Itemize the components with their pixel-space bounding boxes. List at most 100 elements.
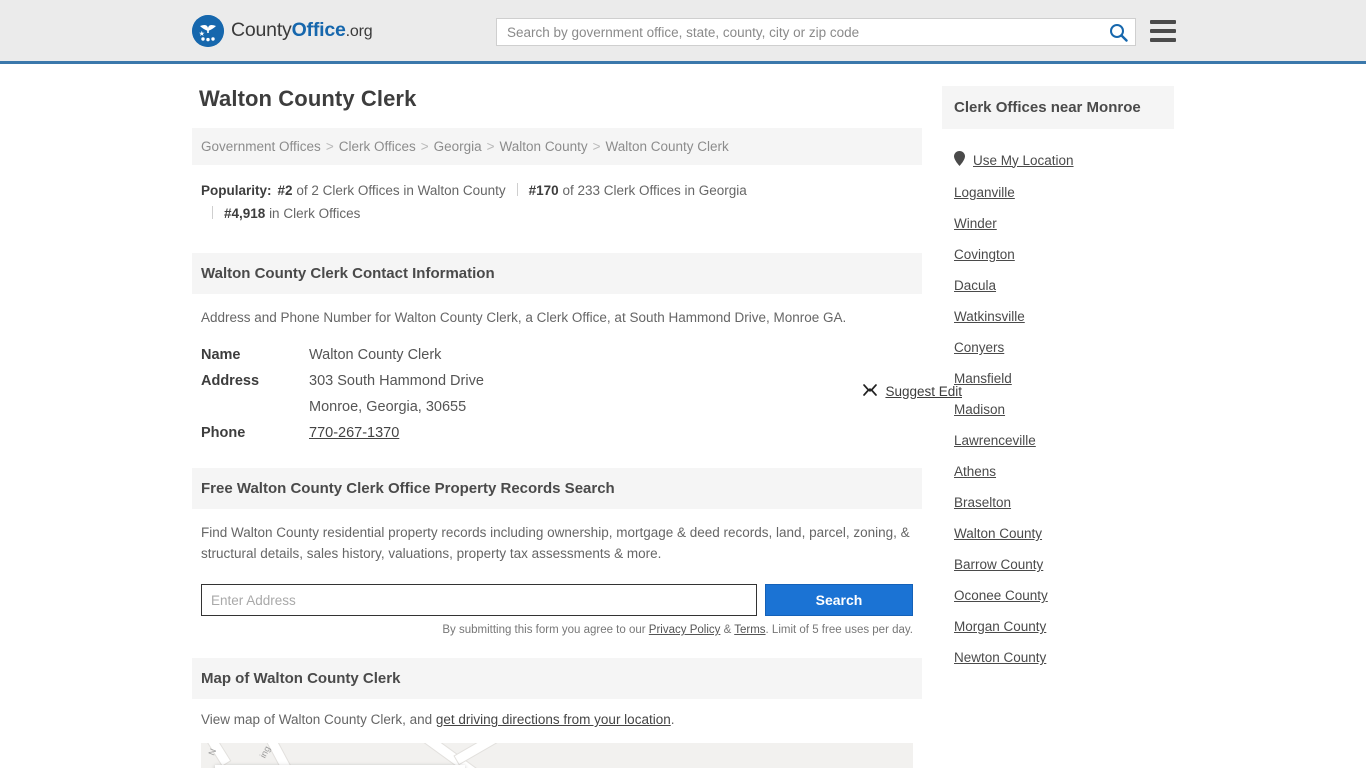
breadcrumb-item-3[interactable]: Walton County (500, 139, 588, 154)
logo-text-office: Office (291, 19, 346, 41)
property-search-heading: Free Walton County Clerk Office Property… (192, 468, 922, 509)
breadcrumb-item-4[interactable]: Walton County Clerk (605, 139, 728, 154)
sidebar-link[interactable]: Watkinsville (954, 309, 1025, 324)
sidebar-link[interactable]: Oconee County (954, 588, 1048, 603)
sidebar-link[interactable]: Lawrenceville (954, 433, 1036, 448)
privacy-policy-link[interactable]: Privacy Policy (649, 624, 721, 636)
sidebar-link[interactable]: Newton County (954, 650, 1046, 665)
popularity-text-0: of 2 Clerk Offices in Walton County (296, 183, 506, 198)
sidebar: Clerk Offices near Monroe Use My Locatio… (942, 86, 1174, 768)
contact-value-address-line1: 303 South Hammond Drive (309, 373, 484, 389)
contact-key-blank (201, 394, 309, 420)
sidebar-item-barrow-county[interactable]: Barrow County (954, 549, 1162, 580)
sidebar-link[interactable]: Loganville (954, 185, 1015, 200)
suggest-edit-button[interactable]: Suggest Edit (862, 382, 962, 401)
sidebar-item-walton-county[interactable]: Walton County (954, 518, 1162, 549)
sidebar-item-lawrenceville[interactable]: Lawrenceville (954, 425, 1162, 456)
site-logo[interactable]: CountyOffice.org (192, 14, 373, 47)
contact-value-name: Walton County Clerk (309, 347, 442, 363)
map-line-suffix: . (670, 712, 675, 727)
contact-section-heading: Walton County Clerk Contact Information (192, 253, 922, 294)
table-row: Address 303 South Hammond Drive (201, 368, 913, 394)
sidebar-item-athens[interactable]: Athens (954, 456, 1162, 487)
sidebar-link[interactable]: Conyers (954, 340, 1004, 355)
sidebar-link[interactable]: Walton County (954, 526, 1042, 541)
breadcrumb-item-2[interactable]: Georgia (434, 139, 482, 154)
table-row: Phone 770-267-1370 (201, 420, 913, 446)
site-logo-text: CountyOffice.org (231, 19, 373, 42)
contact-key-phone: Phone (201, 425, 246, 441)
sidebar-link[interactable]: Barrow County (954, 557, 1043, 572)
sidebar-item-braselton[interactable]: Braselton (954, 487, 1162, 518)
contact-table: Name Walton County Clerk Address 303 Sou… (201, 342, 913, 446)
popularity-stats: Popularity: #2 of 2 Clerk Offices in Walt… (192, 165, 922, 231)
sidebar-item-newton-county[interactable]: Newton County (954, 642, 1162, 673)
sidebar-link[interactable]: Covington (954, 247, 1015, 262)
sidebar-link[interactable]: Dacula (954, 278, 996, 293)
fineprint-middle: & (720, 624, 735, 636)
popularity-divider (516, 183, 518, 196)
contact-description: Address and Phone Number for Walton Coun… (201, 310, 847, 325)
sidebar-item-winder[interactable]: Winder (954, 208, 1162, 239)
driving-directions-link[interactable]: get driving directions from your locatio… (436, 712, 671, 727)
page-title: Walton County Clerk (199, 86, 417, 111)
breadcrumb-item-0[interactable]: Government Offices (201, 139, 321, 154)
contact-section-body: Address and Phone Number for Walton Coun… (192, 294, 922, 446)
global-search-bar[interactable] (496, 18, 1136, 46)
sidebar-item-watkinsville[interactable]: Watkinsville (954, 301, 1162, 332)
sidebar-item-mansfield[interactable]: Mansfield (954, 363, 1162, 394)
sidebar-item-dacula[interactable]: Dacula (954, 270, 1162, 301)
search-input[interactable] (497, 19, 1101, 45)
sidebar-item-use-my-location[interactable]: Use My Location (954, 143, 1162, 177)
address-input[interactable] (201, 584, 757, 616)
table-row: Name Walton County Clerk (201, 342, 913, 368)
terms-link[interactable]: Terms (734, 624, 765, 636)
breadcrumb-separator: > (486, 139, 495, 154)
property-search-button[interactable]: Search (765, 584, 913, 616)
eagle-shield-logo-icon (192, 14, 224, 47)
page-container: Walton County Clerk Government Offices > C… (0, 64, 1366, 768)
sidebar-link[interactable]: Braselton (954, 495, 1011, 510)
sidebar-link[interactable]: Madison (954, 402, 1005, 417)
sidebar-item-madison[interactable]: Madison (954, 394, 1162, 425)
property-search-body: Find Walton County residential property … (192, 509, 922, 636)
map-widget[interactable]: N ing Walton County Clerk-Superior Ct (201, 743, 913, 768)
hamburger-menu-icon[interactable] (1150, 20, 1176, 42)
sidebar-item-loganville[interactable]: Loganville (954, 177, 1162, 208)
map-description: View map of Walton County Clerk, and get… (192, 699, 922, 727)
sidebar-link[interactable]: Morgan County (954, 619, 1046, 634)
fineprint-suffix: . Limit of 5 free uses per day. (765, 624, 913, 636)
site-header: CountyOffice.org (0, 0, 1366, 64)
popularity-rank-1: #170 (528, 183, 559, 198)
sidebar-link[interactable]: Mansfield (954, 371, 1012, 386)
sidebar-link[interactable]: Winder (954, 216, 997, 231)
popularity-text-2: in Clerk Offices (269, 206, 361, 221)
breadcrumb-item-1[interactable]: Clerk Offices (339, 139, 416, 154)
popularity-rank-2: #4,918 (224, 206, 266, 221)
sidebar-item-conyers[interactable]: Conyers (954, 332, 1162, 363)
phone-link[interactable]: 770-267-1370 (309, 425, 399, 441)
breadcrumb-separator: > (325, 139, 334, 154)
address-search-form: Search (201, 584, 913, 616)
sidebar-item-oconee-county[interactable]: Oconee County (954, 580, 1162, 611)
property-search-description: Find Walton County residential property … (201, 525, 910, 561)
map-pin-icon (954, 151, 965, 169)
popularity-rank-0: #2 (277, 183, 293, 198)
popularity-text-1: of 233 Clerk Offices in Georgia (562, 183, 747, 198)
search-icon[interactable] (1101, 19, 1135, 45)
sidebar-link[interactable]: Athens (954, 464, 996, 479)
popularity-label: Popularity: (201, 183, 272, 198)
map-road (454, 743, 538, 764)
map-section-heading: Map of Walton County Clerk (192, 658, 922, 699)
use-my-location-link[interactable]: Use My Location (973, 153, 1074, 168)
suggest-edit-label[interactable]: Suggest Edit (885, 384, 962, 399)
form-fineprint: By submitting this form you agree to our… (201, 624, 913, 636)
sidebar-item-covington[interactable]: Covington (954, 239, 1162, 270)
map-line-prefix: View map of Walton County Clerk, and (201, 712, 436, 727)
logo-text-org: .org (345, 23, 373, 40)
breadcrumb-separator: > (420, 139, 429, 154)
breadcrumb-separator: > (592, 139, 601, 154)
sidebar-item-morgan-county[interactable]: Morgan County (954, 611, 1162, 642)
fineprint-prefix: By submitting this form you agree to our (442, 624, 649, 636)
main-column: Walton County Clerk Government Offices > C… (192, 86, 922, 768)
